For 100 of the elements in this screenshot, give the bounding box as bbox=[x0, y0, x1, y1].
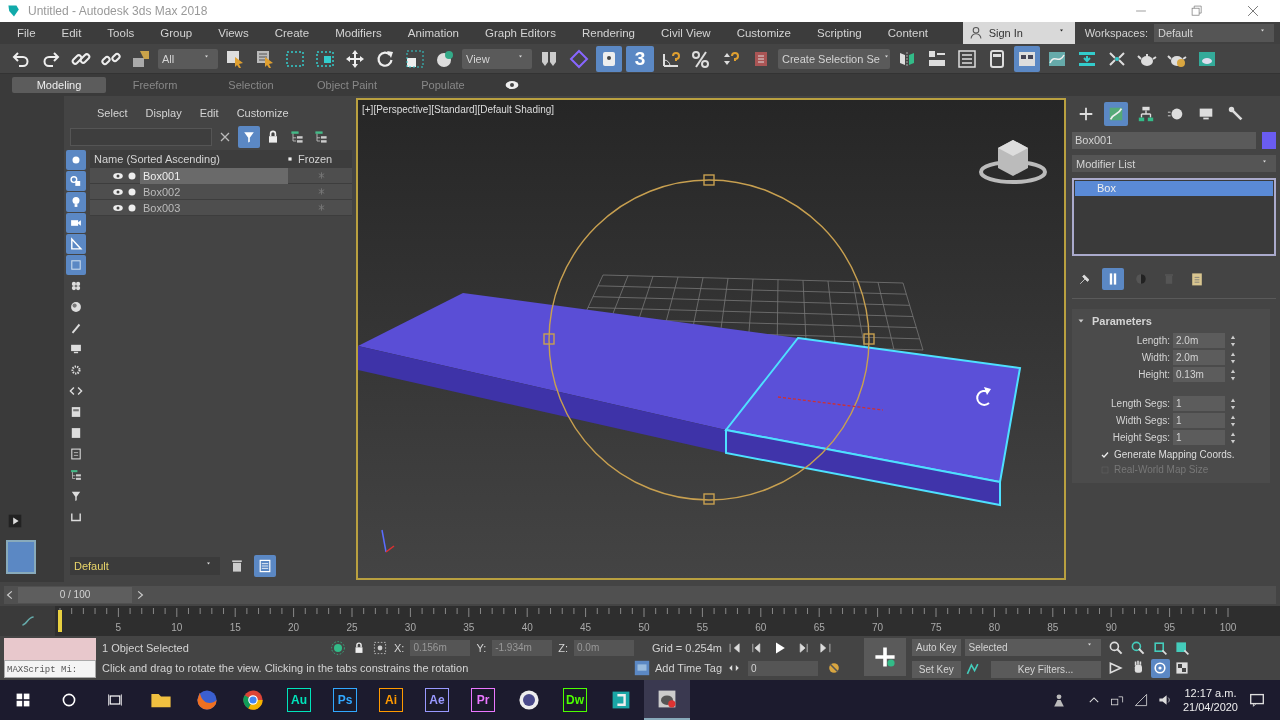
viewport-label[interactable]: [Standard] bbox=[431, 104, 478, 115]
taskbar-app[interactable]: Dw bbox=[552, 680, 598, 720]
spinner-field[interactable]: 1 bbox=[1173, 413, 1225, 428]
menu-item[interactable]: Create bbox=[261, 27, 323, 39]
spinner-field[interactable]: 1 bbox=[1173, 396, 1225, 411]
grid-size: Grid = 0.254m bbox=[651, 641, 722, 654]
frame-number: 40 bbox=[521, 622, 533, 633]
menu-item[interactable]: Rendering bbox=[568, 27, 648, 39]
menu-item[interactable]: Content bbox=[874, 27, 941, 39]
menu-item[interactable]: Tools bbox=[94, 27, 148, 39]
taskbar-app[interactable]: Au bbox=[276, 680, 322, 720]
coordinate-label: Z: bbox=[558, 641, 568, 654]
dropdown[interactable]: View bbox=[462, 48, 532, 69]
menu-item[interactable]: Customize bbox=[227, 107, 298, 119]
frame-number: 60 bbox=[755, 622, 767, 633]
app-badge: Ae bbox=[425, 688, 449, 712]
app-badge: Pr bbox=[471, 688, 495, 712]
menu-item[interactable]: File bbox=[4, 27, 49, 39]
menu-item[interactable]: Modifiers bbox=[322, 27, 395, 39]
coordinate-label: Y: bbox=[476, 641, 487, 654]
auto-key-button[interactable]: Auto Key bbox=[912, 638, 961, 656]
menu-item[interactable]: Select bbox=[88, 107, 137, 119]
modifier-list-dropdown[interactable]: Modifier List bbox=[1072, 155, 1276, 172]
object-name-field[interactable]: Box001 bbox=[1072, 132, 1256, 149]
frame-number: 100 bbox=[1219, 622, 1237, 633]
key-filters-button[interactable]: Key Filters... bbox=[990, 660, 1101, 678]
workspaces-label: Workspaces: bbox=[1084, 27, 1148, 39]
app-badge: Dw bbox=[563, 688, 587, 712]
field-label: Width Segs: bbox=[1115, 415, 1170, 426]
clock-date: 21/04/2020 bbox=[1182, 701, 1238, 713]
frame-number: 25 bbox=[346, 622, 358, 633]
rollout-title[interactable]: Parameters bbox=[1092, 315, 1152, 327]
layer-dropdown[interactable]: Default bbox=[70, 557, 220, 575]
frame-number: 55 bbox=[696, 622, 708, 633]
column-header: Name (Sorted Ascending) bbox=[94, 153, 221, 165]
listener-field[interactable]: MAXScript Mi: bbox=[4, 660, 96, 678]
taskbar-app[interactable]: Pr bbox=[460, 680, 506, 720]
frame-number: 50 bbox=[638, 622, 650, 633]
menu-item[interactable]: Scripting bbox=[804, 27, 875, 39]
key-mode-dropdown[interactable]: Selected bbox=[964, 638, 1101, 656]
field-label: Height: bbox=[1137, 369, 1170, 380]
field-label: Length: bbox=[1135, 335, 1170, 346]
window-title: Untitled - Autodesk 3ds Max 2018 bbox=[28, 4, 208, 18]
menu-item[interactable]: Customize bbox=[723, 27, 804, 39]
menu-item[interactable]: Animation bbox=[394, 27, 472, 39]
field-label: Width: bbox=[1140, 352, 1170, 363]
frame-number: 20 bbox=[288, 622, 300, 633]
frame-number: 95 bbox=[1164, 622, 1176, 633]
frame-number: 15 bbox=[229, 622, 241, 633]
viewport-label[interactable]: [Default Shading] bbox=[477, 104, 555, 115]
frame-number: 45 bbox=[580, 622, 592, 633]
taskbar-app[interactable]: Ae bbox=[414, 680, 460, 720]
menu-item[interactable]: Edit bbox=[190, 107, 228, 119]
frame-number: 30 bbox=[404, 622, 416, 633]
clock-time: 12:17 a.m. bbox=[1184, 687, 1237, 699]
frame-number: 90 bbox=[1105, 622, 1117, 633]
menu-item[interactable]: Civil View bbox=[648, 27, 724, 39]
menu-item[interactable]: Views bbox=[205, 27, 262, 39]
time-slider-thumb[interactable]: 0 / 100 bbox=[4, 587, 146, 603]
frame-number: 65 bbox=[813, 622, 825, 633]
menu-item[interactable]: Edit bbox=[48, 27, 95, 39]
workspaces-dropdown[interactable]: Default bbox=[1154, 24, 1274, 42]
frame-number: 80 bbox=[988, 622, 1000, 633]
column-header: Frozen bbox=[297, 153, 333, 165]
frame-number: 35 bbox=[463, 622, 475, 633]
set-key-button[interactable]: Set Key bbox=[912, 660, 961, 678]
spinner-field[interactable]: 1 bbox=[1173, 430, 1225, 445]
dropdown[interactable]: All bbox=[158, 48, 218, 69]
menu-item[interactable]: Graph Editors bbox=[472, 27, 569, 39]
menu-item[interactable]: Display bbox=[136, 107, 191, 119]
taskbar-app[interactable]: Ps bbox=[322, 680, 368, 720]
sign-in-button[interactable]: Sign In bbox=[962, 22, 1075, 44]
selection-count: 1 Object Selected bbox=[102, 641, 190, 654]
add-time-tag-button[interactable]: Add Time Tag bbox=[632, 658, 722, 677]
taskbar-app[interactable]: Ai bbox=[368, 680, 414, 720]
viewport[interactable]: [+][Perspective][Standard][Default Shading] bbox=[356, 98, 1066, 580]
frame-number: 5 bbox=[115, 622, 122, 633]
spinner-field[interactable]: 2.0m bbox=[1173, 350, 1225, 365]
field-label: Length Segs: bbox=[1110, 398, 1170, 409]
ribbon-tab[interactable]: Modeling bbox=[12, 77, 106, 93]
frame-counter: 0 / 100 bbox=[18, 587, 132, 603]
dropdown[interactable]: Create Selection Se bbox=[778, 48, 890, 69]
app-badge: Ai bbox=[379, 688, 403, 712]
coordinate-label: X: bbox=[394, 641, 405, 654]
spinner-field[interactable]: 0.13m bbox=[1173, 367, 1225, 382]
snap-toggle[interactable]: 3 bbox=[626, 45, 654, 72]
frame-field[interactable]: 0 bbox=[748, 660, 818, 676]
app-badge: Ps bbox=[333, 688, 357, 712]
frame-number: 85 bbox=[1047, 622, 1059, 633]
field-label: Height Segs: bbox=[1111, 432, 1170, 443]
frame-number: 70 bbox=[872, 622, 884, 633]
spinner-field[interactable]: 2.0m bbox=[1173, 333, 1225, 348]
frame-number: 75 bbox=[930, 622, 942, 633]
menu-item[interactable]: Group bbox=[147, 27, 206, 39]
viewport-label[interactable]: [Perspective] bbox=[373, 104, 432, 115]
frame-number: 10 bbox=[171, 622, 183, 633]
checkbox-label: Generate Mapping Coords. bbox=[1114, 449, 1235, 460]
viewport-label[interactable]: [+] bbox=[362, 104, 374, 115]
app-badge: Au bbox=[287, 688, 311, 712]
prompt-text: Click and drag to rotate the view. Clicking in the tabs constrains the rotation bbox=[102, 661, 470, 674]
